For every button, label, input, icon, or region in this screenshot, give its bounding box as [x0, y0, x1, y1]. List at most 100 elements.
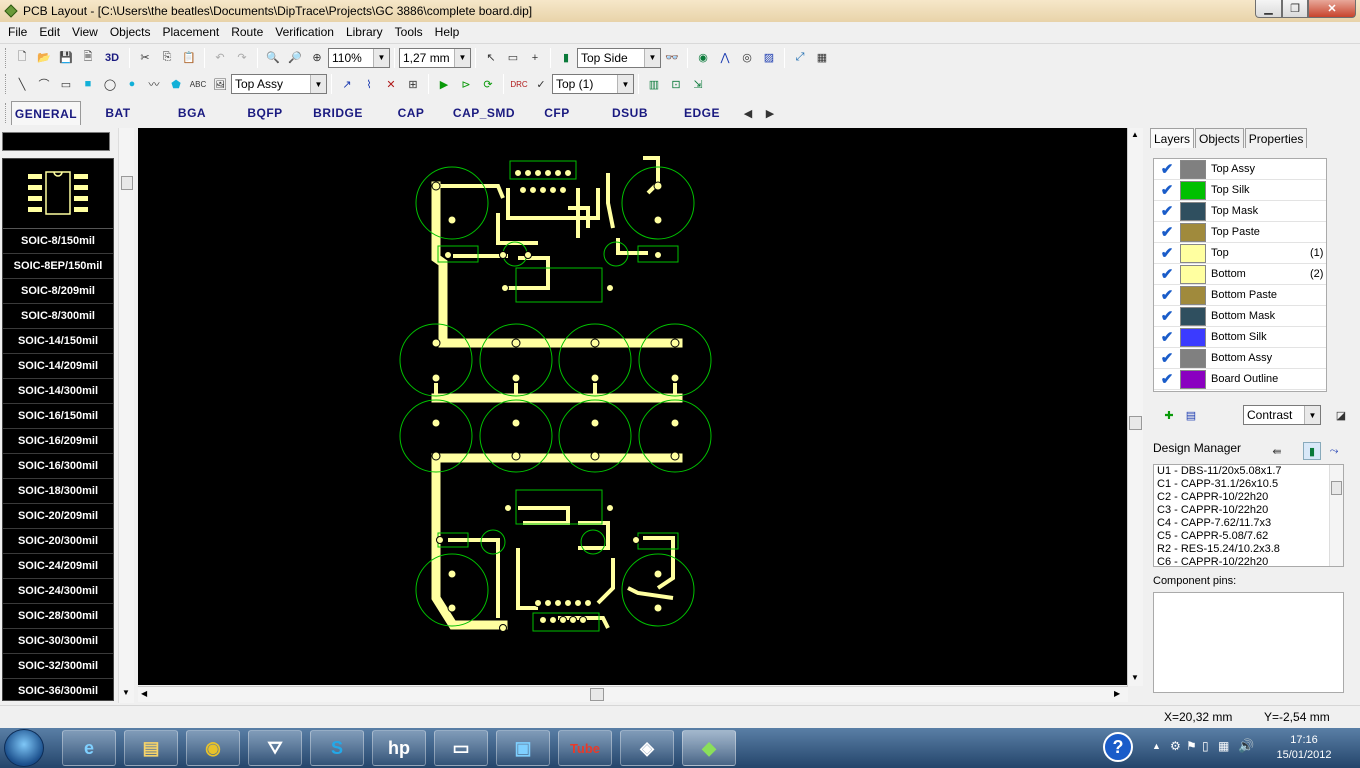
component-entry[interactable]: C5 - CAPPR-5.08/7.62	[1154, 530, 1343, 543]
layer-row-bottom-silk[interactable]: ✔ Bottom Silk	[1154, 327, 1326, 348]
save-icon[interactable]: 💾	[57, 49, 75, 67]
scroll-left-icon[interactable]: ◀	[141, 689, 147, 698]
layer-row-bottom-paste[interactable]: ✔ Bottom Paste	[1154, 285, 1326, 306]
check-icon[interactable]: ✓	[532, 75, 550, 93]
scroll-thumb[interactable]	[121, 176, 133, 190]
zoom-out-icon[interactable]: 🔎	[286, 49, 304, 67]
library-item[interactable]: SOIC-16/150mil	[3, 404, 113, 429]
layer-row-top-paste[interactable]: ✔ Top Paste	[1154, 222, 1326, 243]
binoculars-icon[interactable]: 👓	[663, 49, 681, 67]
checkmark-icon[interactable]: ✔	[1154, 349, 1180, 367]
menu-tools[interactable]: Tools	[389, 22, 429, 42]
canvas-vertical-scrollbar[interactable]: ▲ ▼	[1127, 128, 1143, 686]
checkmark-icon[interactable]: ✔	[1154, 244, 1180, 262]
picture-viewer-taskbar-icon[interactable]: ▣	[496, 730, 550, 766]
checkmark-icon[interactable]: ✔	[1154, 286, 1180, 304]
tab-bqfp[interactable]: BQFP	[229, 106, 301, 120]
cut-icon[interactable]: ✂	[136, 49, 154, 67]
polyline-icon[interactable]: 〰	[145, 75, 163, 93]
scroll-down-icon[interactable]: ▼	[122, 688, 130, 697]
library-item[interactable]: SOIC-16/300mil	[3, 454, 113, 479]
scroll-right-icon[interactable]: ▶	[1114, 689, 1120, 698]
layer-color-swatch[interactable]	[1180, 222, 1206, 242]
toolbar-grip[interactable]	[5, 47, 8, 68]
tab-layers[interactable]: Layers	[1150, 128, 1195, 148]
menu-help[interactable]: Help	[429, 22, 466, 42]
display-mode-select[interactable]: Top Assy ▼	[231, 74, 327, 94]
layer-color-swatch[interactable]	[1180, 327, 1206, 347]
layer-settings-icon[interactable]: ▤	[1182, 406, 1200, 424]
media-player-taskbar-icon[interactable]: ⛛	[248, 730, 302, 766]
menu-objects[interactable]: Objects	[104, 22, 157, 42]
tray-flag-icon[interactable]: ⚑	[1186, 739, 1197, 753]
component-entry[interactable]: C1 - CAPP-31.1/26x10.5	[1154, 478, 1343, 491]
route-edit-icon[interactable]: ⌇	[360, 75, 378, 93]
scroll-thumb[interactable]	[1129, 416, 1142, 430]
library-item[interactable]: SOIC-14/209mil	[3, 354, 113, 379]
drc-icon[interactable]: DRC	[510, 75, 528, 93]
tray-device-icon[interactable]: ▯	[1202, 739, 1209, 753]
show-hidden-icons-icon[interactable]: ▲	[1152, 741, 1161, 751]
measure-icon[interactable]: ⤢	[791, 49, 809, 67]
side-select[interactable]: Top Side ▼	[577, 47, 661, 68]
library-item[interactable]: SOIC-20/209mil	[3, 504, 113, 529]
library-item[interactable]: SOIC-36/300mil	[3, 679, 113, 700]
route-delete-icon[interactable]: ✕	[382, 75, 400, 93]
via-icon[interactable]: ◎	[738, 49, 756, 67]
layer-color-swatch[interactable]	[1180, 243, 1206, 263]
layer-row-board-outline[interactable]: ✔ Board Outline	[1154, 369, 1326, 390]
tab-scroll-left-icon[interactable]: ◀	[739, 104, 757, 122]
menu-edit[interactable]: Edit	[33, 22, 66, 42]
layer-color-swatch[interactable]	[1180, 159, 1206, 179]
component-entry[interactable]: C4 - CAPP-7.62/11.7x3	[1154, 517, 1343, 530]
layer-color-swatch[interactable]	[1180, 306, 1206, 326]
crosshair-icon[interactable]: +	[526, 49, 544, 67]
scroll-thumb[interactable]	[590, 688, 604, 701]
text-icon[interactable]: ABC	[189, 75, 207, 93]
diptrace-launcher-taskbar-icon[interactable]: ◈	[620, 730, 674, 766]
library-search-input[interactable]	[2, 132, 110, 151]
arc-icon[interactable]: ⌒	[35, 75, 53, 93]
net-icon[interactable]: ⊞	[404, 75, 422, 93]
design-manager-list[interactable]: U1 - DBS-11/20x5.08x1.7 C1 - CAPP-31.1/2…	[1153, 464, 1344, 567]
filled-rectangle-icon[interactable]: ■	[79, 75, 97, 93]
view-3d-button[interactable]: 3D	[101, 49, 123, 67]
grid-select[interactable]: 1,27 mm ▼	[399, 47, 471, 68]
tab-general[interactable]: GENERAL	[11, 101, 81, 125]
chrome-taskbar-icon[interactable]: ◉	[186, 730, 240, 766]
library-scrollbar[interactable]: ▼	[118, 128, 134, 703]
layer-row-top-silk[interactable]: ✔ Top Silk	[1154, 180, 1326, 201]
component-entry[interactable]: U1 - DBS-11/20x5.08x1.7	[1154, 465, 1343, 478]
component-icon[interactable]: ▮	[557, 49, 575, 67]
component-entry[interactable]: R2 - RES-15.24/10.2x3.8	[1154, 543, 1343, 556]
layer-color-swatch[interactable]	[1180, 201, 1206, 221]
layer-select[interactable]: Top (1) ▼	[552, 74, 634, 94]
checkmark-icon[interactable]: ✔	[1154, 181, 1180, 199]
shape-icon[interactable]: ▨	[760, 49, 778, 67]
hp-taskbar-icon[interactable]: hp	[372, 730, 426, 766]
toolbar-grip[interactable]	[5, 103, 8, 123]
layer-row-bottom-assy[interactable]: ✔ Bottom Assy	[1154, 348, 1326, 369]
ellipse-icon[interactable]: ◯	[101, 75, 119, 93]
file-explorer-taskbar-icon[interactable]: ▤	[124, 730, 178, 766]
menu-view[interactable]: View	[66, 22, 104, 42]
redo-icon[interactable]: ↷	[233, 49, 251, 67]
undo-icon[interactable]: ↶	[211, 49, 229, 67]
layer-row-top-assy[interactable]: ✔ Top Assy	[1154, 159, 1326, 180]
library-item[interactable]: SOIC-14/150mil	[3, 329, 113, 354]
copper-pour-icon[interactable]: ▥	[645, 75, 663, 93]
close-button[interactable]: ✕	[1308, 0, 1356, 18]
open-file-icon[interactable]: 📂	[35, 49, 53, 67]
scroll-up-icon[interactable]: ▲	[1131, 130, 1139, 139]
system-clock[interactable]: 17:16 15/01/2012	[1276, 733, 1332, 763]
layer-color-swatch[interactable]	[1180, 285, 1206, 305]
ruler-icon[interactable]: ▭	[504, 49, 522, 67]
tab-cap-smd[interactable]: CAP_SMD	[447, 106, 521, 120]
layer-row-bottom[interactable]: ✔ Bottom (2)	[1154, 264, 1326, 285]
library-item[interactable]: SOIC-16/209mil	[3, 429, 113, 454]
design-manager-scrollbar[interactable]	[1329, 465, 1343, 566]
autoroute-settings-icon[interactable]: ⊳	[457, 75, 475, 93]
library-item[interactable]: SOIC-18/300mil	[3, 479, 113, 504]
library-item[interactable]: SOIC-32/300mil	[3, 654, 113, 679]
library-item[interactable]: SOIC-14/300mil	[3, 379, 113, 404]
